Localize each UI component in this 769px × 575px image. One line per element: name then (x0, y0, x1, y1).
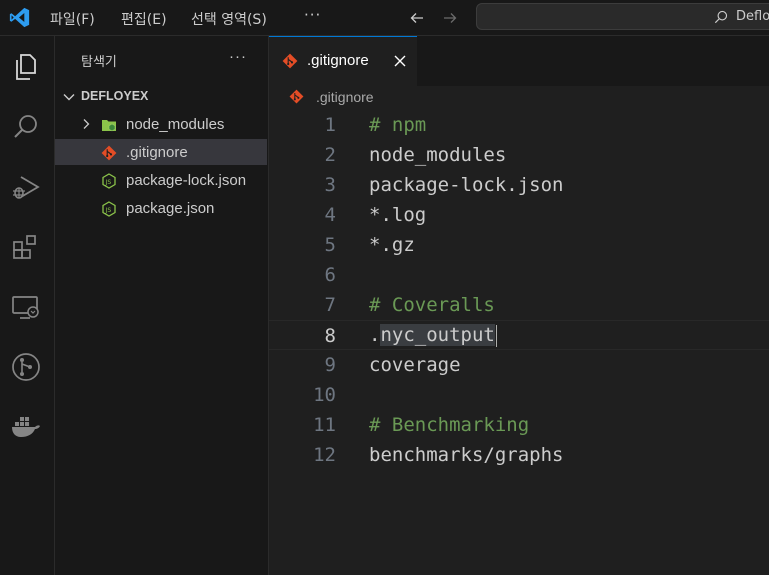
tree-item-package-lock-json[interactable]: JS package-lock.json (55, 167, 267, 193)
tab-bar: .gitignore (269, 36, 769, 86)
folder-header[interactable]: DEFLOYEX (55, 86, 268, 108)
line-number: 5 (324, 234, 336, 256)
line-number: 10 (313, 384, 336, 406)
menu-edit[interactable]: 편집(E) (121, 9, 167, 29)
run-debug-icon[interactable] (11, 172, 41, 202)
sidebar-more-button[interactable]: ··· (229, 48, 247, 65)
code-text: # npm (369, 114, 427, 136)
svg-text:JS: JS (105, 179, 112, 186)
text-cursor (495, 324, 497, 347)
extensions-icon[interactable] (11, 232, 41, 262)
code-line: 9 coverage (269, 350, 769, 380)
code-text: # Coveralls (369, 294, 495, 316)
tree-item-label: .gitignore (126, 144, 188, 161)
nodejs-icon: JS (102, 173, 116, 189)
code-line: 12 benchmarks/graphs (269, 440, 769, 470)
vscode-logo-icon (9, 7, 30, 28)
code-text: .nyc_output (369, 324, 497, 347)
tree-item-label: package.json (126, 200, 215, 217)
close-icon[interactable] (393, 54, 407, 68)
nodejs-icon: JS (102, 201, 116, 217)
sidebar-title: 탐색기 (81, 55, 117, 70)
search-view-icon[interactable] (11, 112, 41, 142)
title-bar: 파일(F) 편집(E) 선택 영역(S) ··· Deflo (0, 0, 769, 36)
activity-bar (0, 36, 55, 575)
code-text: *.gz (369, 234, 415, 256)
docker-icon[interactable] (11, 412, 41, 442)
search-text: Deflo (736, 9, 769, 24)
code-line: 10 (269, 380, 769, 410)
code-text: coverage (369, 354, 461, 376)
git-icon (289, 89, 304, 104)
code-line: 4 *.log (269, 200, 769, 230)
git-icon (282, 53, 298, 69)
tree-item-gitignore[interactable]: .gitignore (55, 139, 267, 165)
code-line: 6 (269, 260, 769, 290)
line-number: 12 (313, 444, 336, 466)
code-line: 3 package-lock.json (269, 170, 769, 200)
menu-more-button[interactable]: ··· (304, 6, 321, 24)
explorer-sidebar: 탐색기 ··· DEFLOYEX node_modules .gitignore… (55, 36, 269, 575)
chevron-down-icon (63, 94, 75, 101)
explorer-icon[interactable] (11, 52, 41, 82)
code-line: 5 *.gz (269, 230, 769, 260)
chevron-right-icon (83, 119, 90, 129)
code-text: # Benchmarking (369, 414, 530, 436)
line-number: 7 (324, 294, 336, 316)
arrow-right-icon[interactable] (442, 10, 458, 26)
tree-item-label: node_modules (126, 116, 225, 133)
menu-file[interactable]: 파일(F) (50, 9, 95, 29)
search-icon (714, 10, 728, 24)
code-text: *.log (369, 204, 427, 226)
folder-name: DEFLOYEX (81, 89, 149, 103)
code-text: node_modules (369, 144, 507, 166)
breadcrumb-file: .gitignore (316, 89, 374, 105)
code-line: 2 node_modules (269, 140, 769, 170)
git-icon (101, 145, 117, 161)
source-control-icon[interactable] (11, 352, 41, 382)
line-number: 6 (324, 264, 336, 286)
code-line: 7 # Coveralls (269, 290, 769, 320)
tree-item-package-json[interactable]: JS package.json (55, 195, 267, 221)
line-number: 4 (324, 204, 336, 226)
selected-text: nyc_output (380, 324, 495, 346)
line-number: 1 (324, 114, 336, 136)
svg-text:JS: JS (105, 207, 112, 214)
line-number: 3 (324, 174, 336, 196)
tab-label: .gitignore (307, 52, 369, 69)
line-number: 8 (324, 325, 336, 347)
code-line-current: 8 .nyc_output (269, 320, 769, 350)
tree-item-node-modules[interactable]: node_modules (55, 111, 267, 137)
code-text: package-lock.json (369, 174, 564, 196)
tree-item-label: package-lock.json (126, 172, 247, 189)
line-number: 11 (313, 414, 336, 436)
tab-gitignore[interactable]: .gitignore (269, 36, 417, 86)
arrow-left-icon[interactable] (409, 10, 425, 26)
line-number: 9 (324, 354, 336, 376)
code-text-prefix: . (369, 324, 381, 346)
command-center-search[interactable]: Deflo (476, 3, 769, 30)
code-line: 1 # npm (269, 110, 769, 140)
menu-selection[interactable]: 선택 영역(S) (191, 9, 267, 29)
editor: .gitignore .gitignore 1 # npm 2 node_mod… (269, 36, 769, 575)
line-number: 2 (324, 144, 336, 166)
code-editor[interactable]: 1 # npm 2 node_modules 3 package-lock.js… (269, 110, 769, 510)
remote-explorer-icon[interactable] (11, 292, 41, 322)
code-text: benchmarks/graphs (369, 444, 564, 466)
code-line: 11 # Benchmarking (269, 410, 769, 440)
folder-icon (102, 120, 116, 132)
